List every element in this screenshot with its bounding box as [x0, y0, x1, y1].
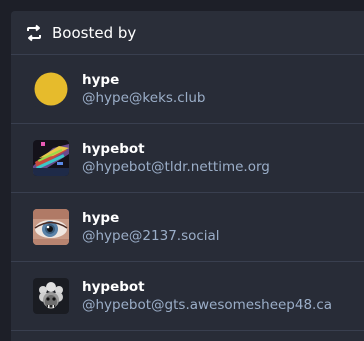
display-name[interactable]: hypebot [82, 140, 270, 158]
account-names: hype @hype@2137.social [82, 209, 220, 246]
eye-closeup-avatar[interactable] [33, 209, 69, 245]
account-handle: @hypebot@gts.awesomesheep48.ca [82, 296, 333, 313]
account-handle: @hype@keks.club [82, 89, 206, 106]
account-names: hypebot @hypebot@tldr.nettime.org [82, 140, 270, 177]
account-row[interactable]: hype @hype@keks.club [11, 55, 364, 124]
account-handle: @hype@2137.social [82, 227, 220, 244]
account-row[interactable]: hype @hype@2137.social [11, 193, 364, 262]
panel-header: Boosted by [11, 11, 364, 55]
account-row[interactable]: hypebot @hypebot@gts.awesomesheep48.ca [11, 262, 364, 331]
display-name[interactable]: hype [82, 71, 206, 89]
display-name[interactable]: hypebot [82, 278, 332, 296]
account-names: hype @hype@keks.club [82, 71, 206, 108]
sheep-avatar[interactable] [33, 278, 69, 314]
glitch-art-avatar[interactable] [33, 140, 69, 176]
boost-icon [25, 24, 43, 42]
account-handle: @hypebot@tldr.nettime.org [82, 158, 270, 175]
account-names: hypebot @hypebot@gts.awesomesheep48.ca [82, 278, 332, 315]
boosted-by-panel: Boosted by hype @hype@keks.club hypebot … [11, 11, 364, 341]
yellow-circle-avatar[interactable] [33, 71, 69, 107]
panel-title: Boosted by [52, 23, 137, 42]
display-name[interactable]: hype [82, 209, 220, 227]
account-row[interactable]: hypebot @hypebot@tldr.nettime.org [11, 124, 364, 193]
